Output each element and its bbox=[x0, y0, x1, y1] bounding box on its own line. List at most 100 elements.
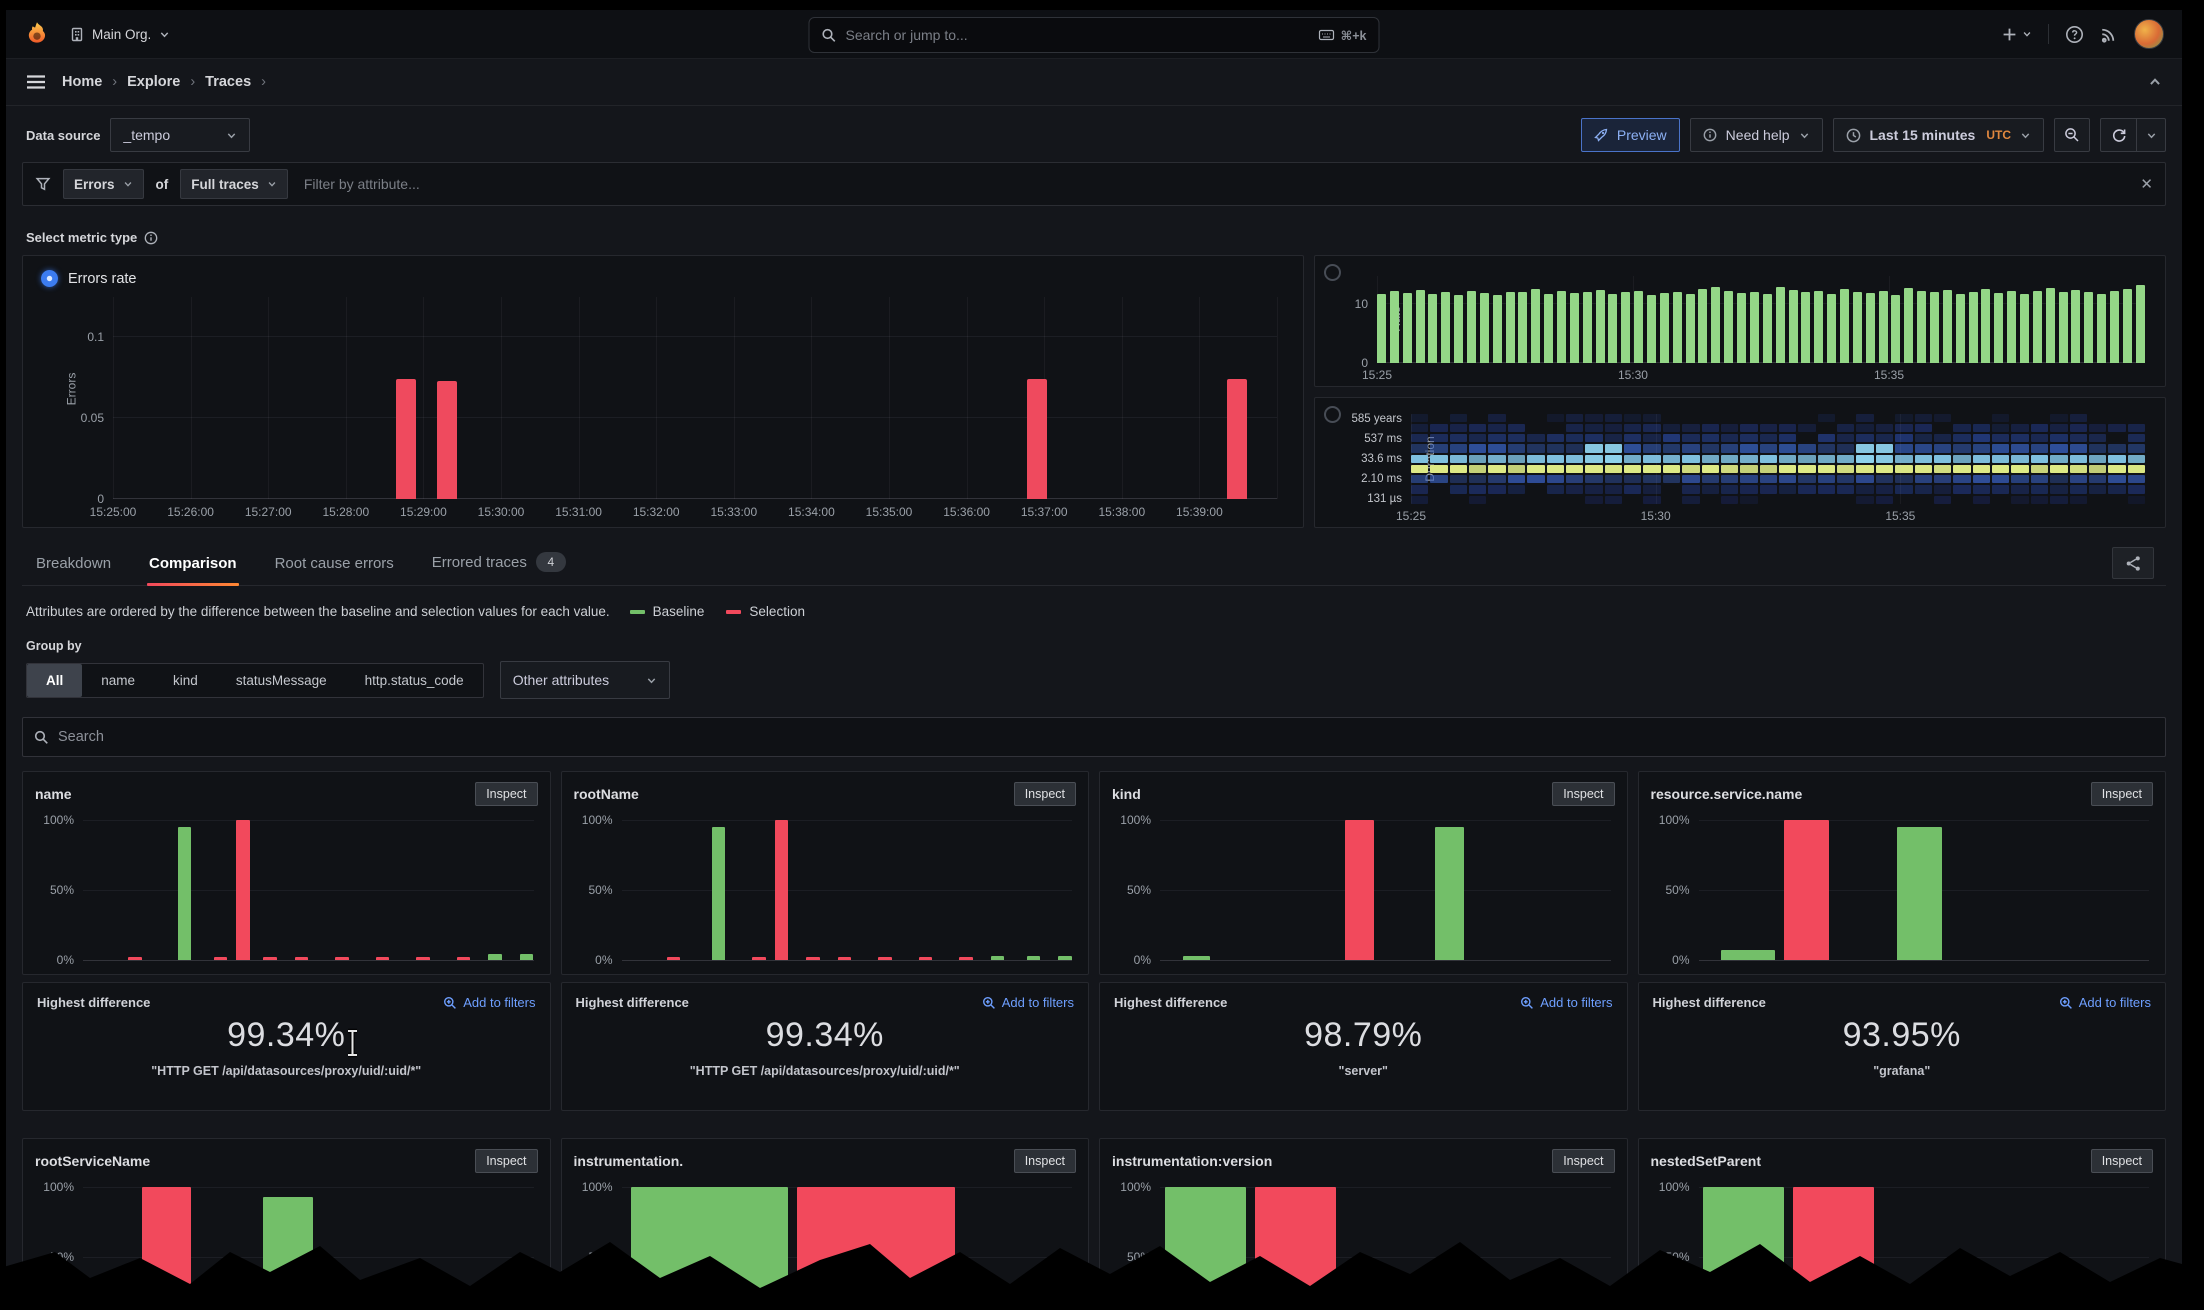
add-to-filters-button[interactable]: Add to filters bbox=[1520, 995, 1612, 1010]
attribute-panel: rootServiceNameInspect100%50%0% bbox=[22, 1138, 551, 1304]
add-to-filters-label: Add to filters bbox=[463, 995, 535, 1010]
time-range-picker[interactable]: Last 15 minutes UTC bbox=[1833, 118, 2045, 152]
legend-item-selection[interactable]: Selection bbox=[726, 604, 805, 619]
heatmap-cell bbox=[1760, 434, 1777, 442]
inspect-button[interactable]: Inspect bbox=[475, 782, 537, 806]
group-by-option-name[interactable]: name bbox=[82, 664, 154, 697]
errors-rate-chart[interactable]: Errors 00.050.1 bbox=[113, 297, 1277, 499]
duration-heatmap[interactable]: Duration 585 years537 ms33.6 ms2.10 ms13… bbox=[1411, 414, 2145, 505]
chevron-up-icon[interactable] bbox=[2148, 75, 2162, 89]
filter-scope-dropdown[interactable]: Errors bbox=[63, 169, 144, 199]
heatmap-cell bbox=[1469, 496, 1486, 504]
need-help-button[interactable]: Need help bbox=[1690, 118, 1823, 152]
attribute-search-input[interactable]: Search bbox=[22, 717, 2166, 757]
gridline bbox=[83, 890, 534, 891]
new-item-button[interactable] bbox=[2002, 27, 2032, 42]
highest-difference-panel: Highest differenceAdd to filters93.95%"g… bbox=[1638, 982, 2167, 1111]
attribute-panel: resource.service.nameInspect100%50%0% bbox=[1638, 771, 2167, 975]
add-to-filters-button[interactable]: Add to filters bbox=[982, 995, 1074, 1010]
heatmap-cell bbox=[1915, 424, 1932, 432]
breadcrumb-item-traces[interactable]: Traces bbox=[205, 74, 251, 90]
menu-icon[interactable] bbox=[26, 74, 46, 90]
rate-bar bbox=[2136, 285, 2145, 362]
group-by-option-http.status_code[interactable]: http.status_code bbox=[346, 664, 483, 697]
global-search-input[interactable]: Search or jump to... ⌘+k bbox=[809, 17, 1380, 53]
heatmap-cell bbox=[1566, 414, 1583, 422]
top-nav: Main Org. Search or jump to... ⌘+k bbox=[6, 10, 2182, 59]
x-tick-label: 15:28:00 bbox=[322, 505, 369, 519]
heatmap-cell bbox=[1953, 455, 1970, 463]
attribute-grid-row-1: nameInspect100%50%0%Highest differenceAd… bbox=[22, 771, 2166, 1111]
filter-target-dropdown[interactable]: Full traces bbox=[180, 169, 288, 199]
news-rss-icon[interactable] bbox=[2100, 25, 2118, 43]
inspect-button[interactable]: Inspect bbox=[2091, 782, 2153, 806]
error-bar bbox=[437, 381, 457, 499]
rate-bar bbox=[1608, 294, 1617, 362]
heatmap-cell bbox=[1682, 455, 1699, 463]
preview-button[interactable]: Preview bbox=[1581, 118, 1680, 152]
tab-root-cause-errors[interactable]: Root cause errors bbox=[273, 549, 396, 585]
errors-rate-option[interactable]: Errors rate bbox=[41, 270, 1289, 287]
heatmap-cell bbox=[1488, 444, 1505, 452]
breadcrumb-item-home[interactable]: Home bbox=[62, 74, 102, 90]
refresh-interval-dropdown[interactable] bbox=[2136, 118, 2166, 152]
group-by-option-all[interactable]: All bbox=[27, 664, 82, 697]
group-by-option-statusmessage[interactable]: statusMessage bbox=[217, 664, 346, 697]
rate-bar bbox=[1827, 294, 1836, 363]
share-button[interactable] bbox=[2112, 547, 2154, 579]
heatmap-cell bbox=[1934, 414, 1951, 422]
org-switcher[interactable]: Main Org. bbox=[70, 27, 170, 42]
error-bar bbox=[1027, 379, 1047, 499]
inspect-button[interactable]: Inspect bbox=[1552, 1149, 1614, 1173]
heatmap-cell bbox=[1798, 485, 1815, 493]
heatmap-cell bbox=[1856, 434, 1873, 442]
heatmap-cell bbox=[1508, 475, 1525, 483]
radio-selected-icon[interactable] bbox=[41, 270, 58, 287]
x-tick-label: 15:36:00 bbox=[943, 505, 990, 519]
inspect-button[interactable]: Inspect bbox=[1014, 1149, 1076, 1173]
heatmap-cell bbox=[1895, 414, 1912, 422]
zoom-out-button[interactable] bbox=[2054, 118, 2090, 152]
tab-errored-traces[interactable]: Errored traces4 bbox=[430, 546, 568, 585]
rate-chart[interactable]: Rate 010 bbox=[1377, 276, 2145, 363]
inspect-button[interactable]: Inspect bbox=[1014, 782, 1076, 806]
tab-breakdown[interactable]: Breakdown bbox=[34, 549, 113, 585]
grafana-logo-icon[interactable] bbox=[24, 21, 50, 47]
heatmap-cell bbox=[1411, 455, 1428, 463]
y-tick-label: 33.6 ms bbox=[1361, 453, 1402, 465]
inspect-button[interactable]: Inspect bbox=[2091, 1149, 2153, 1173]
tab-comparison[interactable]: Comparison bbox=[147, 549, 239, 585]
rate-bar bbox=[1441, 292, 1450, 363]
heatmap-cell bbox=[1973, 444, 1990, 452]
x-tick-label: 15:30 bbox=[1618, 368, 1648, 382]
datasource-picker[interactable]: _tempo bbox=[110, 118, 250, 152]
radio-unselected-icon[interactable] bbox=[1324, 264, 1341, 281]
add-to-filters-button[interactable]: Add to filters bbox=[443, 995, 535, 1010]
filter-attribute-input[interactable]: Filter by attribute... bbox=[304, 176, 420, 192]
heatmap-cell bbox=[1818, 434, 1835, 442]
highest-difference-panel: Highest differenceAdd to filters98.79%"s… bbox=[1099, 982, 1628, 1111]
errors-x-axis: 15:25:0015:26:0015:27:0015:28:0015:29:00… bbox=[113, 503, 1277, 521]
other-attributes-dropdown[interactable]: Other attributes bbox=[500, 661, 670, 699]
rate-bar bbox=[1544, 294, 1553, 363]
inspect-button[interactable]: Inspect bbox=[1552, 782, 1614, 806]
heatmap-cell bbox=[1798, 465, 1815, 473]
rate-bar bbox=[1853, 292, 1862, 363]
bar-selection bbox=[214, 957, 228, 960]
panel-title: instrumentation:version bbox=[1112, 1153, 1272, 1169]
refresh-button[interactable] bbox=[2100, 118, 2136, 152]
user-avatar[interactable] bbox=[2134, 19, 2164, 49]
gridline bbox=[113, 336, 1277, 337]
heatmap-cell bbox=[1469, 465, 1486, 473]
group-by-option-kind[interactable]: kind bbox=[154, 664, 217, 697]
close-icon[interactable]: ✕ bbox=[2140, 175, 2153, 193]
legend-item-baseline[interactable]: Baseline bbox=[630, 604, 705, 619]
heatmap-cell bbox=[1450, 414, 1467, 422]
rate-bar bbox=[2097, 294, 2106, 363]
add-to-filters-button[interactable]: Add to filters bbox=[2059, 995, 2151, 1010]
radio-unselected-icon[interactable] bbox=[1324, 406, 1341, 423]
breadcrumb-item-explore[interactable]: Explore bbox=[127, 74, 180, 90]
inspect-button[interactable]: Inspect bbox=[475, 1149, 537, 1173]
rate-bar bbox=[1686, 294, 1695, 363]
help-icon[interactable] bbox=[2065, 25, 2084, 44]
